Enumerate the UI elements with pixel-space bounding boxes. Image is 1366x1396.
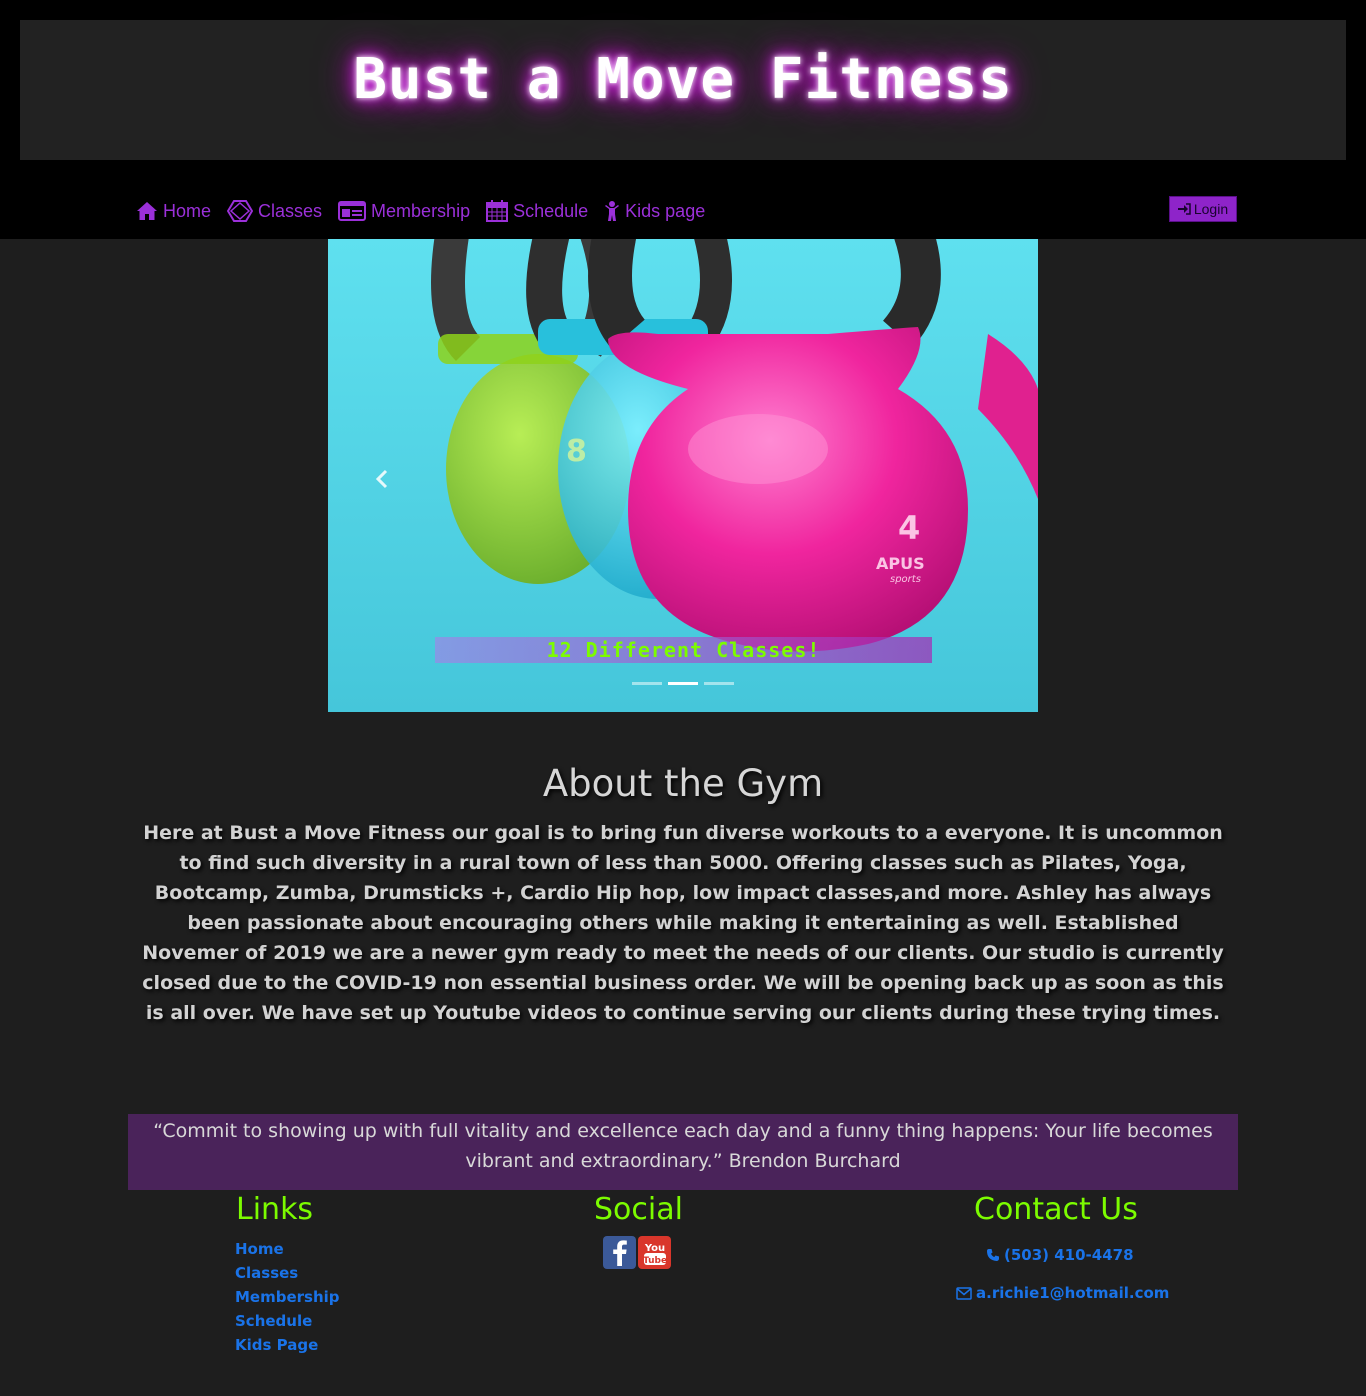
nav-label-classes: Classes	[258, 200, 323, 221]
carousel-indicator-2[interactable]	[668, 682, 698, 685]
site-title: Bust a Move Fitness	[353, 46, 1013, 112]
contact-heading: Contact Us	[974, 1192, 1138, 1227]
contact-phone-text: (503) 410-4478	[1004, 1246, 1134, 1264]
carousel-caption: 12 Different Classes!	[435, 637, 932, 663]
carousel-indicator-3[interactable]	[704, 682, 734, 685]
nav-item-classes[interactable]: Classes	[227, 200, 322, 222]
kettlebell-subbrand: sports	[890, 574, 921, 585]
youtube-label-tube: Tube	[642, 1256, 666, 1266]
contact-email[interactable]: a.richie1@hotmail.com	[956, 1284, 1169, 1302]
main-nav: Home Classes Membership Schedule Kids pa…	[136, 196, 721, 226]
envelope-icon	[956, 1286, 972, 1300]
child-icon	[605, 201, 620, 221]
phone-icon	[987, 1249, 999, 1261]
carousel-indicators	[632, 682, 734, 685]
youtube-glyph: You Tube	[642, 1243, 666, 1266]
social-heading: Social	[594, 1192, 683, 1227]
nav-label-schedule: Schedule	[513, 200, 589, 221]
nav-label-membership: Membership	[371, 200, 471, 221]
quote-text: “Commit to showing up with full vitality…	[153, 1120, 1213, 1172]
footer-link-kids-page[interactable]: Kids Page	[235, 1336, 318, 1354]
carousel-indicator-1[interactable]	[632, 682, 662, 685]
facebook-f-glyph	[612, 1239, 627, 1266]
id-card-icon	[338, 201, 367, 221]
kettlebell-brand: APUS	[876, 554, 925, 573]
nav-label-home: Home	[163, 200, 212, 221]
contact-phone[interactable]: (503) 410-4478	[986, 1246, 1134, 1264]
nav-item-schedule[interactable]: Schedule	[486, 200, 588, 222]
kettlebell-number-8: 8	[566, 434, 587, 469]
login-label: Login	[1193, 201, 1229, 217]
sign-in-icon	[1177, 203, 1191, 215]
footer-link-membership[interactable]: Membership	[235, 1288, 340, 1306]
facebook-icon[interactable]	[603, 1236, 636, 1269]
links-heading: Links	[236, 1192, 314, 1227]
youtube-label-you: You	[643, 1243, 664, 1254]
quote-box: “Commit to showing up with full vitality…	[128, 1114, 1238, 1190]
kettlebell-number-4: 4	[898, 509, 920, 547]
home-icon	[137, 202, 157, 220]
site-banner: Bust a Move Fitness	[20, 20, 1346, 160]
classes-icon	[227, 200, 254, 222]
nav-label-kids-page: Kids page	[625, 200, 706, 221]
footer-link-schedule[interactable]: Schedule	[235, 1312, 312, 1330]
chevron-left-icon	[375, 469, 388, 489]
carousel-prev-button[interactable]	[368, 459, 396, 499]
about-text: Here at Bust a Move Fitness our goal is …	[142, 822, 1224, 1024]
nav-item-membership[interactable]: Membership	[338, 201, 470, 222]
nav-item-kids-page[interactable]: Kids page	[604, 200, 705, 222]
calendar-icon	[486, 200, 509, 222]
youtube-icon[interactable]: You Tube	[638, 1236, 671, 1269]
footer-link-home[interactable]: Home	[235, 1240, 284, 1258]
nav-item-home[interactable]: Home	[136, 201, 211, 222]
login-button[interactable]: Login	[1169, 196, 1237, 222]
hero-carousel: 4 APUS sports 8 12 Different Classes!	[328, 239, 1038, 712]
footer-link-classes[interactable]: Classes	[235, 1264, 298, 1282]
social-icons: You Tube	[603, 1236, 671, 1269]
about-title: About the Gym	[542, 762, 824, 805]
contact-email-text: a.richie1@hotmail.com	[976, 1284, 1170, 1302]
